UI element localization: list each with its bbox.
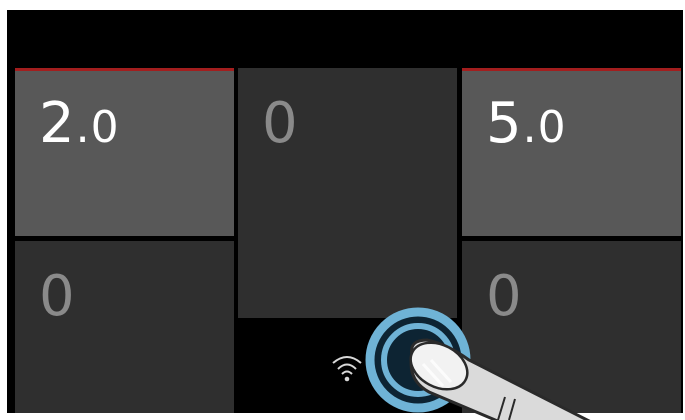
power-level: 2.0 <box>39 91 120 156</box>
active-indicator-bar <box>15 68 234 71</box>
zone-rear-left[interactable]: 0 <box>15 241 234 413</box>
zone-front-right[interactable]: 5.0 <box>462 68 681 313</box>
touch-gesture-icon <box>365 307 591 420</box>
power-level: 0 <box>39 264 76 329</box>
active-indicator-bar <box>462 68 681 71</box>
power-level: 5.0 <box>486 91 567 156</box>
zone-center[interactable]: 0 <box>238 68 457 318</box>
power-level: 0 <box>262 91 299 156</box>
zone-front-left[interactable]: 2.0 <box>15 68 234 313</box>
